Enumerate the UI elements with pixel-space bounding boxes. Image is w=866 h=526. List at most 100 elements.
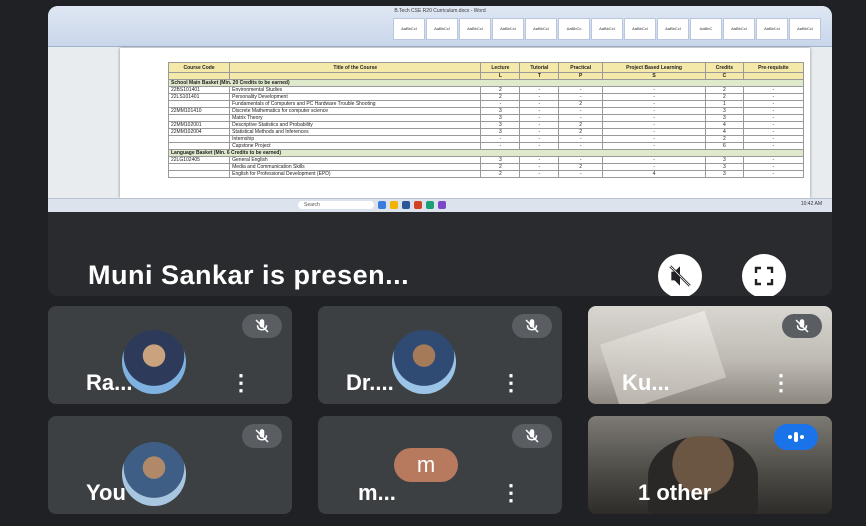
more-options-icon[interactable]: ⋮ (500, 370, 522, 396)
shared-screen: B.Tech CSE R20 Curriculum.docx - Word Aa… (48, 6, 832, 212)
table-cell: 22LS101401 (167, 93, 231, 101)
table-cell: 3 (705, 156, 744, 164)
table-cell: 3 (705, 163, 744, 171)
table-cell: 1 (705, 100, 744, 108)
table-cell: Personality Development (229, 93, 482, 101)
participant-tile[interactable]: You (48, 416, 292, 514)
participant-name: m... (358, 480, 396, 505)
table-row: Media and Communication Skills 2-2-3- (167, 163, 805, 171)
table-cell: - (519, 114, 560, 122)
table-cell: Media and Communication Skills (229, 163, 482, 171)
style-gallery-item: AaBbC (690, 18, 722, 40)
table-cell: - (602, 93, 707, 101)
style-gallery-item: AaBbCcI (756, 18, 788, 40)
table-subheader-cell: P (558, 72, 604, 80)
table-cell: General English (229, 156, 482, 164)
participant-tile[interactable]: 1 other (588, 416, 832, 514)
mic-muted-icon (512, 424, 552, 448)
table-cell: - (602, 135, 707, 143)
table-cell: - (602, 114, 707, 122)
table-cell: - (519, 121, 560, 129)
table-row: English for Professional Development (EP… (167, 170, 805, 178)
taskbar-search: Search (298, 201, 374, 209)
table-cell: - (602, 128, 707, 136)
table-cell: - (602, 100, 707, 108)
participant-tile[interactable]: Dr.... ⋮ (318, 306, 562, 404)
avatar (392, 330, 456, 394)
table-row: 22LS101401 Personality Development 2- - -2- (167, 93, 805, 101)
table-cell: - (519, 107, 560, 115)
table-cell: - (558, 86, 604, 94)
table-row: 22MM102004 Statistical Methods and Infere… (167, 128, 805, 136)
table-cell: - (519, 156, 560, 164)
taskbar-app-icon (438, 201, 446, 209)
style-gallery-item: AaBbCcI (492, 18, 524, 40)
table-header-cell: Lecture (480, 62, 521, 73)
table-cell: - (742, 100, 805, 108)
table-cell: - (519, 86, 560, 94)
table-cell: - (558, 93, 604, 101)
table-cell: Descriptive Statistics and Probability (229, 121, 482, 129)
muted-speaker-icon (669, 265, 691, 287)
table-cell: Environmental Studies (229, 86, 482, 94)
participant-name: Ku... (622, 370, 670, 395)
table-row: 22LG102405 General English 3- - -3- (167, 156, 805, 164)
table-row: Matrix Theory 3- - -3- (167, 114, 805, 122)
word-ribbon: B.Tech CSE R20 Curriculum.docx - Word Aa… (48, 6, 832, 47)
table-cell: - (519, 135, 560, 143)
table-cell: - (519, 100, 560, 108)
table-cell: - (742, 128, 805, 136)
table-cell: - (742, 135, 805, 143)
table-cell: 6 (705, 142, 744, 150)
table-cell: - (742, 114, 805, 122)
table-cell: - (519, 128, 560, 136)
table-subheader-cell: T (519, 72, 560, 80)
table-cell: 2 (480, 93, 521, 101)
table-cell: - (519, 163, 560, 171)
table-cell: - (480, 142, 521, 150)
more-options-icon[interactable]: ⋮ (230, 370, 252, 396)
table-cell: 22MM102004 (167, 128, 231, 136)
fullscreen-icon (754, 266, 774, 286)
participant-tile[interactable]: Ra... ⋮ (48, 306, 292, 404)
document-page: Course Code Title of the Course Lecture Tut… (120, 48, 810, 198)
avatar (122, 442, 186, 506)
speaking-indicator-icon (774, 424, 818, 450)
table-cell: - (602, 121, 707, 129)
fullscreen-button[interactable] (742, 254, 786, 296)
table-cell: 22MM102001 (167, 121, 231, 129)
more-options-icon[interactable]: ⋮ (770, 370, 792, 396)
mic-muted-icon (782, 314, 822, 338)
participant-tile[interactable]: m m... ⋮ (318, 416, 562, 514)
mic-muted-icon (242, 314, 282, 338)
table-cell: 3 (480, 107, 521, 115)
table-cell: - (602, 86, 707, 94)
table-cell: - (480, 135, 521, 143)
taskbar-app-icon (426, 201, 434, 209)
style-gallery-item: AaBbCcI (426, 18, 458, 40)
table-cell: 2 (558, 128, 604, 136)
table-subheader-cell (742, 72, 805, 80)
table-cell (167, 142, 231, 150)
table-cell: 2 (558, 100, 604, 108)
style-gallery-item: AaBbCcI (789, 18, 821, 40)
more-options-icon[interactable]: ⋮ (500, 480, 522, 506)
presentation-tile[interactable]: B.Tech CSE R20 Curriculum.docx - Word Aa… (48, 6, 832, 296)
table-cell: 2 (480, 163, 521, 171)
mute-presentation-button[interactable] (658, 254, 702, 296)
table-cell: 3 (480, 114, 521, 122)
participant-tile[interactable]: Ku... ⋮ (588, 306, 832, 404)
table-cell: Matrix Theory (229, 114, 482, 122)
table-cell: 4 (602, 170, 707, 178)
table-cell (167, 135, 231, 143)
table-cell: 2 (558, 163, 604, 171)
style-gallery-item: AaBbCcI (657, 18, 689, 40)
table-cell: - (558, 107, 604, 115)
mic-muted-icon (512, 314, 552, 338)
table-subheader-cell (167, 72, 231, 80)
table-cell (167, 100, 231, 108)
table-cell: - (558, 156, 604, 164)
table-row: Capstone Project - - - -6- (167, 142, 805, 150)
taskbar-clock: 10:42 AM (800, 201, 822, 207)
table-cell: - (742, 156, 805, 164)
